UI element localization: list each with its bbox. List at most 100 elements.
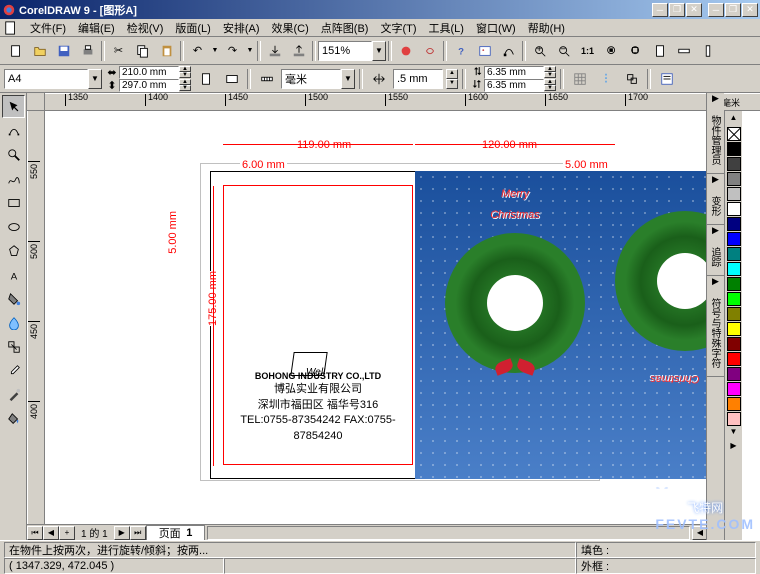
menu-arrange[interactable]: 安排(A) <box>217 19 266 37</box>
color-none-swatch[interactable] <box>727 127 741 141</box>
color-swatch-magenta[interactable] <box>727 382 741 396</box>
mdi-close-button[interactable]: ✕ <box>686 3 702 17</box>
polygon-tool[interactable] <box>2 239 25 262</box>
rectangle-tool[interactable] <box>2 191 25 214</box>
page-next-button[interactable]: ▶ <box>114 526 130 540</box>
color-swatch-navy[interactable] <box>727 217 741 231</box>
zoom-all-button[interactable] <box>624 39 647 62</box>
print-button[interactable] <box>76 39 99 62</box>
page-last-button[interactable]: ⏭ <box>130 526 146 540</box>
nudge-input[interactable] <box>393 69 443 89</box>
zoom-in-button[interactable]: + <box>528 39 551 62</box>
menu-tools[interactable]: 工具(L) <box>423 19 470 37</box>
units-combo[interactable]: ▼ <box>281 69 355 89</box>
page-width-input[interactable] <box>119 66 179 79</box>
color-swatch-olive[interactable] <box>727 307 741 321</box>
snap-guide-button[interactable] <box>594 67 617 90</box>
zoom-actual-button[interactable]: 1:1 <box>576 39 599 62</box>
color-swatch-dkgray[interactable] <box>727 157 741 171</box>
whatsthis-button[interactable]: ? <box>449 39 472 62</box>
docker-symbols[interactable]: 符号与特殊字符 <box>707 290 724 377</box>
paper-dropdown[interactable]: ▼ <box>88 69 102 89</box>
save-button[interactable] <box>52 39 75 62</box>
zoom-selected-button[interactable] <box>600 39 623 62</box>
ruler-origin[interactable] <box>27 93 45 111</box>
units-dropdown[interactable]: ▼ <box>341 69 355 89</box>
zoom-out-button[interactable]: − <box>552 39 575 62</box>
ruler-vertical[interactable]: 550 500 450 400 <box>27 111 45 540</box>
paper-combo[interactable]: ▼ <box>4 69 102 89</box>
export-button[interactable] <box>287 39 310 62</box>
zoom-width-button[interactable] <box>672 39 695 62</box>
mdi-restore-button[interactable]: ❐ <box>669 3 685 17</box>
options-button[interactable] <box>655 67 678 90</box>
cut-button[interactable]: ✂ <box>107 39 130 62</box>
dupy-input[interactable] <box>484 79 544 92</box>
docker-expand-button[interactable]: ▶ <box>707 93 724 107</box>
docker-expand-3[interactable]: ▶ <box>707 225 724 239</box>
outline-tool[interactable] <box>2 383 25 406</box>
menu-bitmaps[interactable]: 点阵图(B) <box>315 19 375 37</box>
color-swatch-white[interactable] <box>727 202 741 216</box>
zoom-dropdown[interactable]: ▼ <box>372 41 386 61</box>
undo-dropdown[interactable]: ▼ <box>210 39 220 62</box>
width-down[interactable]: ▼ <box>179 72 191 78</box>
copy-button[interactable] <box>131 39 154 62</box>
interactive-transparency-tool[interactable] <box>2 311 25 334</box>
dupy-down[interactable]: ▼ <box>544 85 556 91</box>
zoom-tool[interactable] <box>2 143 25 166</box>
color-swatch-gray[interactable] <box>727 172 741 186</box>
menu-text[interactable]: 文字(T) <box>374 19 422 37</box>
palette-up-button[interactable]: ▲ <box>727 113 741 127</box>
landscape-button[interactable] <box>220 67 243 90</box>
page-first-button[interactable]: ⏮ <box>27 526 43 540</box>
color-swatch-yellow[interactable] <box>727 322 741 336</box>
color-swatch-ltgray[interactable] <box>727 187 741 201</box>
menu-layout[interactable]: 版面(L) <box>169 19 216 37</box>
text-tool[interactable]: A <box>2 263 25 286</box>
height-down[interactable]: ▼ <box>179 85 191 91</box>
palette-flyout-button[interactable]: ▶ <box>727 441 741 455</box>
color-swatch-teal[interactable] <box>727 247 741 261</box>
palette-down-button[interactable]: ▼ <box>727 427 741 441</box>
zoom-height-button[interactable] <box>696 39 719 62</box>
dupx-input[interactable] <box>484 66 544 79</box>
ruler-horizontal[interactable]: 毫米 1350 1400 1450 1500 1550 1600 1650 17… <box>45 93 760 111</box>
paste-button[interactable] <box>155 39 178 62</box>
color-swatch-pink[interactable] <box>727 412 741 426</box>
redo-button[interactable]: ↷ <box>221 39 244 62</box>
freehand-tool[interactable] <box>2 167 25 190</box>
app-launcher-button[interactable] <box>394 39 417 62</box>
scroll-h-track[interactable] <box>207 526 690 540</box>
color-swatch-lime[interactable] <box>727 292 741 306</box>
zoom-input[interactable] <box>318 41 372 61</box>
eyedropper-tool[interactable] <box>2 359 25 382</box>
color-swatch-maroon[interactable] <box>727 337 741 351</box>
docker-trace[interactable]: 追踪 <box>707 239 724 276</box>
interactive-fill-tool[interactable] <box>2 287 25 310</box>
zoom-combo[interactable]: ▼ <box>318 41 386 61</box>
paper-input[interactable] <box>4 69 88 89</box>
color-swatch-purple[interactable] <box>727 367 741 381</box>
menu-help[interactable]: 帮助(H) <box>522 19 571 37</box>
pick-tool[interactable] <box>2 95 25 118</box>
undo-button[interactable]: ↶ <box>186 39 209 62</box>
snap-grid-button[interactable] <box>568 67 591 90</box>
color-swatch-green[interactable] <box>727 277 741 291</box>
scrapbook-button[interactable] <box>473 39 496 62</box>
restore-button[interactable]: ❐ <box>725 3 741 17</box>
docker-object-manager[interactable]: 物件管理员 <box>707 107 724 174</box>
portrait-button[interactable] <box>194 67 217 90</box>
nudge-up[interactable]: ▲ <box>446 69 458 79</box>
docker-expand-4[interactable]: ▶ <box>707 276 724 290</box>
menu-window[interactable]: 窗口(W) <box>470 19 522 37</box>
close-button[interactable]: ✕ <box>742 3 758 17</box>
shape-tool[interactable] <box>2 119 25 142</box>
menu-edit[interactable]: 编辑(E) <box>72 19 121 37</box>
import-button[interactable] <box>263 39 286 62</box>
menu-effects[interactable]: 效果(C) <box>266 19 315 37</box>
page-height-input[interactable] <box>119 79 179 92</box>
nudge-down[interactable]: ▼ <box>446 79 458 89</box>
page-tab-1[interactable]: 页面 1 <box>146 525 206 540</box>
page-prev-button[interactable]: ◀ <box>43 526 59 540</box>
